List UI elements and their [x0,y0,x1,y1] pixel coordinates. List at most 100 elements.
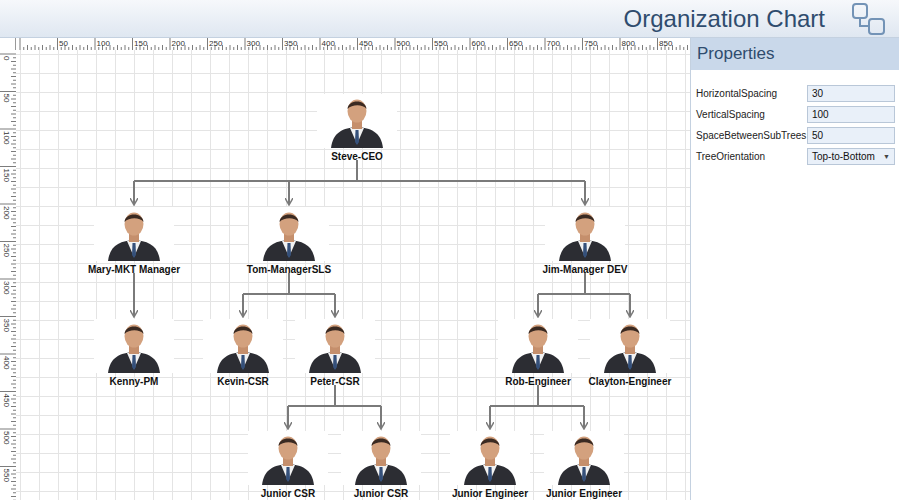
employee-name: Peter-CSR [310,376,359,388]
connector [334,294,336,316]
diagram-designer: 5010015020025030035040045050055060065070… [0,38,690,500]
employee-node[interactable]: Kenny-PM [79,319,189,388]
title-bar: Organization Chart [0,0,899,38]
ruler-label: 50 [59,39,68,48]
employee-name: Jim-Manager DEV [542,264,627,276]
ruler-label: 50 [2,94,11,103]
connector [583,406,585,428]
ruler-label: 450 [2,394,11,408]
connector [489,406,491,428]
employee-node[interactable]: Kevin-CSR [188,319,298,388]
ruler-label: 100 [2,131,11,145]
property-dropdown[interactable]: Top-to-Bottom ▼ [807,148,895,165]
ruler-corner [0,38,16,50]
ruler-label: 200 [172,39,186,48]
ruler-label: 600 [472,39,486,48]
ruler-label: 800 [622,39,636,48]
employee-photo-icon [94,207,174,261]
employee-photo-icon [249,207,329,261]
ruler-label: 250 [2,244,11,258]
employee-name: Steve-CEO [331,151,383,163]
employee-node[interactable]: Tom-ManagerSLS [234,207,344,276]
employee-name: Junior Engineer [452,488,528,500]
connector [242,294,244,316]
employee-photo-icon [450,431,530,485]
property-input[interactable]: 50 [807,127,895,144]
connector [584,273,586,294]
connector [537,385,539,406]
ruler-label: 700 [547,39,561,48]
employee-node[interactable]: Junior Engineer [435,431,545,500]
properties-panel: Properties HorizontalSpacing 30 VerticalS… [690,38,899,500]
employee-name: Mary-MKT Manager [88,264,180,276]
connector [537,294,539,316]
connector [288,405,381,407]
connector [538,293,630,295]
ruler-label: 150 [134,39,148,48]
employee-name: Junior CSR [354,488,408,500]
ruler-label: 300 [247,39,261,48]
property-label: TreeOrientation [696,151,765,162]
employee-node[interactable]: Junior CSR [326,431,436,500]
ruler-label: 350 [284,39,298,48]
employee-node[interactable]: Peter-CSR [280,319,390,388]
properties-title: Properties [691,38,899,70]
employee-name: Kenny-PM [110,376,159,388]
window-title: Organization Chart [624,5,825,33]
employee-photo-icon [248,431,328,485]
employee-name: Tom-ManagerSLS [247,264,331,276]
left-ruler: 0 50 100 150 200 250 300 350 400 450 500 550 [0,50,16,500]
property-row: VerticalSpacing 100 [696,105,895,123]
property-label: VerticalSpacing [696,109,765,120]
employee-name: Junior CSR [261,488,315,500]
employee-node[interactable]: Clayton-Engineer [575,319,685,388]
ruler-label: 650 [509,39,523,48]
employee-node[interactable]: Jim-Manager DEV [530,207,640,276]
property-input[interactable]: 30 [807,85,895,102]
connector [133,294,135,316]
ruler-label: 200 [2,206,11,220]
employee-name: Rob-Engineer [505,376,571,388]
employee-node[interactable]: Junior Engineer [529,431,639,500]
org-chart-app: Organization Chart 501001502002503003504… [0,0,899,500]
connector [243,293,335,295]
employee-node[interactable]: Rob-Engineer [483,319,593,388]
employee-node[interactable]: Steve-CEO [302,94,412,163]
connector [133,181,135,204]
ruler-label: 550 [2,469,11,483]
ruler-label: 400 [322,39,336,48]
org-chart-logo-icon [851,2,887,36]
employee-photo-icon [590,319,670,373]
employee-photo-icon [94,319,174,373]
connector [380,406,382,428]
property-row: SpaceBetweenSubTrees 50 [696,126,895,144]
ruler-label: 250 [209,39,223,48]
property-label: SpaceBetweenSubTrees [696,130,806,141]
property-label: HorizontalSpacing [696,88,777,99]
property-input[interactable]: 100 [807,106,895,123]
employee-node[interactable]: Junior CSR [233,431,343,500]
ruler-label: 750 [584,39,598,48]
ruler-label: 100 [97,39,111,48]
connector [356,160,358,181]
diagram-canvas[interactable]: Steve-CEO Mary-MKT Manager Kenny-PM Tom-… [16,50,690,500]
ruler-label: 500 [2,431,11,445]
ruler-label: 450 [359,39,373,48]
ruler-label: 350 [2,319,11,333]
connector [288,273,290,294]
connector [133,273,135,294]
employee-photo-icon [341,431,421,485]
employee-name: Clayton-Engineer [589,376,672,388]
connector [288,181,290,204]
ruler-label: 0 [2,56,11,61]
employee-node[interactable]: Mary-MKT Manager [79,207,189,276]
employee-photo-icon [203,319,283,373]
ruler-label: 300 [2,281,11,295]
connector [334,385,336,406]
dropdown-arrow-icon: ▼ [883,153,890,160]
ruler-label: 400 [2,356,11,370]
employee-photo-icon [317,94,397,148]
connector [584,181,586,204]
connector [287,406,289,428]
ruler-label: 150 [2,169,11,183]
